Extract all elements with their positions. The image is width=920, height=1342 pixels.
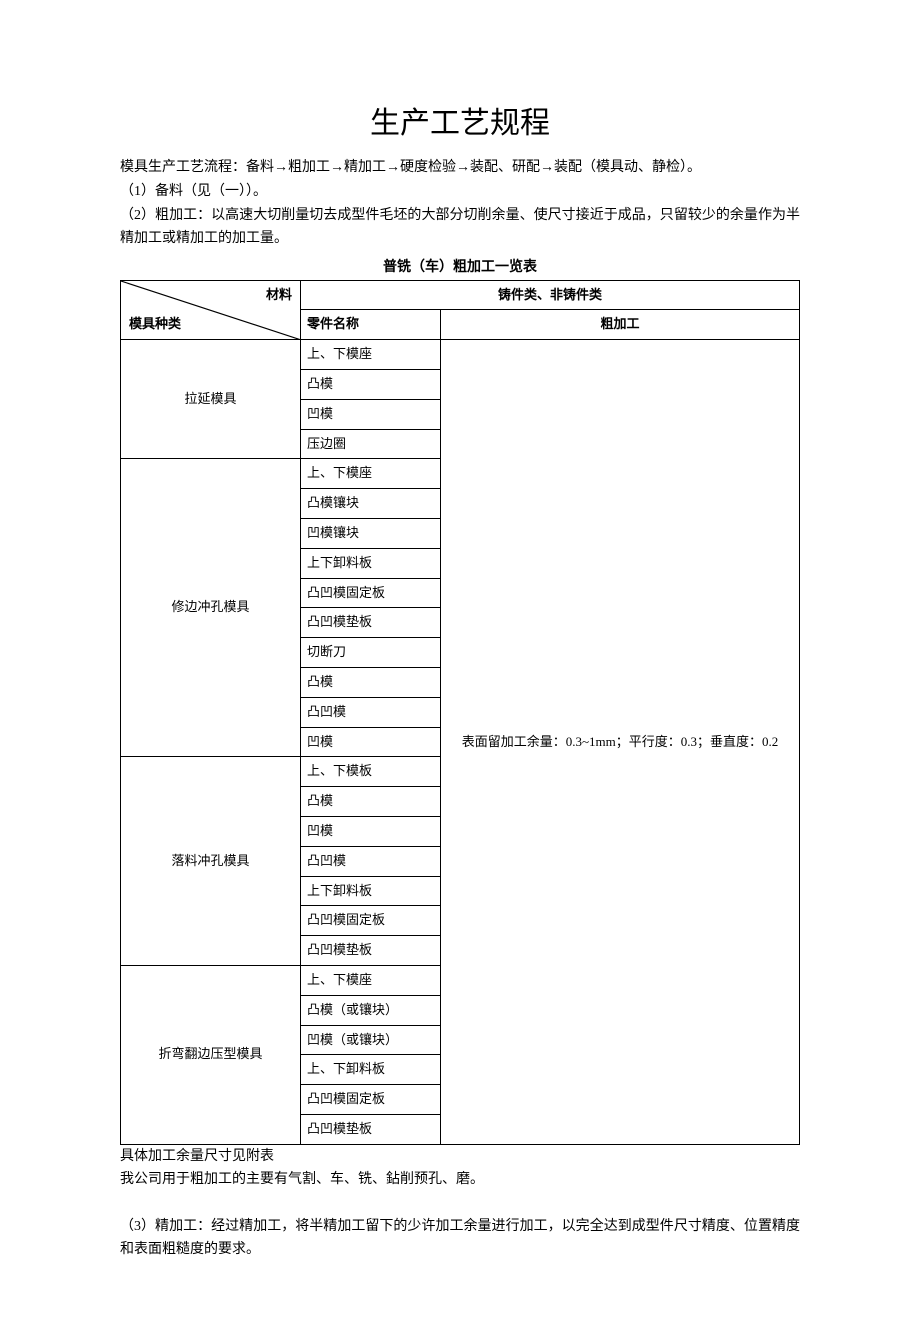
para-appendix: 具体加工余量尺寸见附表: [120, 1145, 800, 1169]
group-name: 落料冲孔模具: [121, 757, 301, 966]
para-flow: 模具生产工艺流程：备料→粗加工→精加工→硬度检验→装配、研配→装配（模具动、静检…: [120, 156, 800, 180]
part-cell: 凸模: [301, 787, 441, 817]
rough-header: 粗加工: [441, 310, 800, 340]
table-caption: 普铣（车）粗加工一览表: [120, 257, 800, 279]
part-cell: 上、下模板: [301, 757, 441, 787]
table-header-row-1: 材料 模具种类 铸件类、非铸件类: [121, 280, 800, 310]
part-cell: 凹模: [301, 816, 441, 846]
part-cell: 凸模镶块: [301, 489, 441, 519]
part-cell: 上、下模座: [301, 459, 441, 489]
diag-top-label: 材料: [266, 285, 292, 306]
part-cell: 上、下模座: [301, 340, 441, 370]
part-cell: 切断刀: [301, 638, 441, 668]
part-cell: 凸凹模: [301, 697, 441, 727]
part-cell: 上下卸料板: [301, 876, 441, 906]
diag-header: 材料 模具种类: [121, 280, 301, 340]
part-cell: 上、下卸料板: [301, 1055, 441, 1085]
part-cell: 凸凹模固定板: [301, 1085, 441, 1115]
part-cell: 上、下模座: [301, 965, 441, 995]
part-cell: 凸凹模垫板: [301, 608, 441, 638]
part-cell: 凸模: [301, 667, 441, 697]
diag-bottom-label: 模具种类: [129, 314, 181, 335]
part-cell: 凸凹模垫板: [301, 1114, 441, 1144]
part-cell: 凹模: [301, 399, 441, 429]
part-cell: 凹模镶块: [301, 518, 441, 548]
page-title: 生产工艺规程: [120, 100, 800, 148]
part-cell: 凹模: [301, 727, 441, 757]
part-cell: 上下卸料板: [301, 548, 441, 578]
part-cell: 凸凹模固定板: [301, 906, 441, 936]
part-name-header: 零件名称: [301, 310, 441, 340]
part-cell: 凸凹模: [301, 846, 441, 876]
material-group-header: 铸件类、非铸件类: [301, 280, 800, 310]
group-name: 修边冲孔模具: [121, 459, 301, 757]
part-cell: 压边圈: [301, 429, 441, 459]
group-name: 折弯翻边压型模具: [121, 965, 301, 1144]
para-step2: （2）粗加工：以高速大切削量切去成型件毛坯的大部分切削余量、使尺寸接近于成品，只…: [120, 204, 800, 252]
machining-spec: 表面留加工余量：0.3~1mm；平行度：0.3；垂直度：0.2: [441, 340, 800, 1145]
para-step1: （1）备料（见（一））。: [120, 180, 800, 204]
machining-table: 材料 模具种类 铸件类、非铸件类 零件名称 粗加工 拉延模具 上、下模座 表面留…: [120, 280, 800, 1145]
part-cell: 凸模: [301, 369, 441, 399]
part-cell: 凸凹模垫板: [301, 936, 441, 966]
table-row: 拉延模具 上、下模座 表面留加工余量：0.3~1mm；平行度：0.3；垂直度：0…: [121, 340, 800, 370]
part-cell: 凸凹模固定板: [301, 578, 441, 608]
part-cell: 凹模（或镶块）: [301, 1025, 441, 1055]
part-cell: 凸模（或镶块）: [301, 995, 441, 1025]
para-step3: （3）精加工：经过精加工，将半精加工留下的少许加工余量进行加工，以完全达到成型件…: [120, 1215, 800, 1263]
group-name: 拉延模具: [121, 340, 301, 459]
para-methods: 我公司用于粗加工的主要有气割、车、铣、鉆削预孔、磨。: [120, 1168, 800, 1192]
